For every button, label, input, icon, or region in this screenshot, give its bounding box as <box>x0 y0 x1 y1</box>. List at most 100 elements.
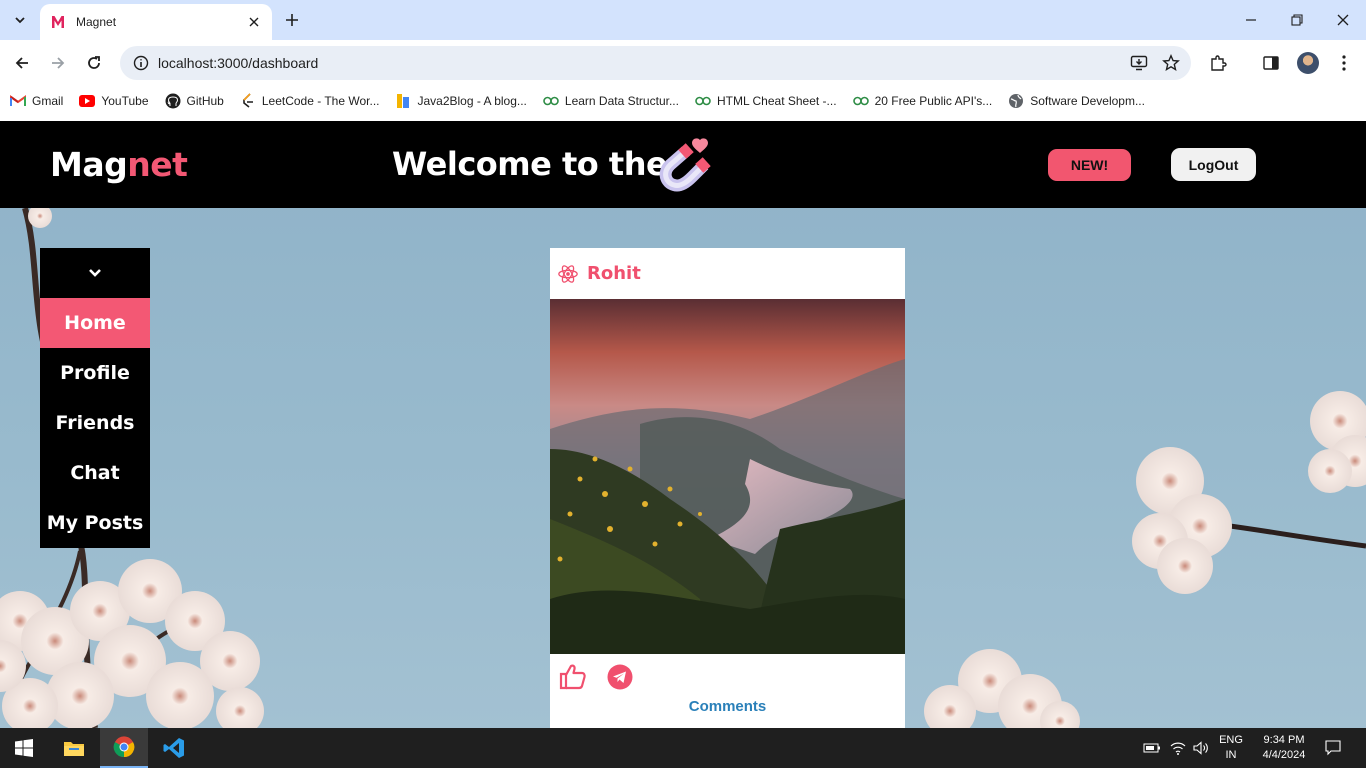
chrome-menu-icon[interactable] <box>1332 51 1356 75</box>
bookmark-label: Gmail <box>32 94 64 108</box>
post-image <box>550 299 905 654</box>
bookmark-software-dev[interactable]: Software Developm... <box>1008 93 1145 109</box>
bookmarks-bar: Gmail YouTube GitHub LeetCode - The Wor.… <box>0 86 1366 116</box>
arrow-right-icon <box>52 57 65 69</box>
bookmark-gfg-api[interactable]: 20 Free Public API's... <box>852 93 992 109</box>
nav-item-chat[interactable]: Chat <box>40 448 150 498</box>
geeksforgeeks-icon <box>695 93 711 109</box>
chevron-down-icon <box>89 269 101 277</box>
nav-item-my-posts[interactable]: My Posts <box>40 498 150 548</box>
battery-icon[interactable] <box>1142 738 1162 758</box>
new-tab-button[interactable] <box>282 10 302 30</box>
post-actions <box>550 662 905 692</box>
extensions-icon[interactable] <box>1206 51 1230 75</box>
back-button[interactable] <box>10 51 34 75</box>
browser-toolbar: localhost:3000/dashboard <box>0 40 1366 86</box>
nav-collapse-toggle[interactable] <box>40 248 150 298</box>
bookmark-label: YouTube <box>101 94 149 108</box>
comments-link[interactable]: Comments <box>550 698 905 715</box>
react-atom-icon <box>558 264 578 283</box>
restore-button[interactable] <box>1274 0 1320 40</box>
plus-icon <box>286 14 298 26</box>
tab-search-button[interactable] <box>6 6 34 34</box>
windows-logo-icon <box>15 739 33 757</box>
install-app-icon[interactable] <box>1127 51 1151 75</box>
side-nav: Home Profile Friends Chat My Posts <box>40 248 150 548</box>
start-button[interactable] <box>0 728 48 768</box>
bookmark-star-icon[interactable] <box>1159 51 1183 75</box>
side-panel-icon[interactable] <box>1259 51 1283 75</box>
youtube-icon <box>79 93 96 109</box>
chevron-down-icon <box>15 17 25 24</box>
clock-time: 9:34 PM <box>1263 734 1305 746</box>
globe-icon <box>1008 93 1024 109</box>
gmail-icon <box>10 93 26 109</box>
browser-tab[interactable]: Magnet <box>40 4 272 40</box>
like-thumbs-up-icon[interactable] <box>559 662 587 690</box>
browser-tab-strip: Magnet <box>0 0 1366 40</box>
post-author[interactable]: Rohit <box>587 263 641 284</box>
minimize-button[interactable] <box>1228 0 1274 40</box>
url-text[interactable]: localhost:3000/dashboard <box>158 55 1127 71</box>
telegram-share-icon[interactable] <box>607 664 633 690</box>
bookmark-gfg-html[interactable]: HTML Cheat Sheet -... <box>695 93 837 109</box>
github-icon <box>165 93 181 109</box>
taskbar-vscode[interactable] <box>150 728 198 768</box>
system-clock[interactable]: 9:34 PM 4/4/2024 <box>1254 733 1314 763</box>
bookmark-github[interactable]: GitHub <box>165 93 224 109</box>
welcome-heading: Welcome to the <box>392 145 668 183</box>
wifi-icon[interactable] <box>1168 738 1188 758</box>
close-icon <box>1337 14 1349 26</box>
logo-main-text: Mag <box>50 145 128 184</box>
region-code: IN <box>1225 749 1237 761</box>
bookmark-label: Java2Blog - A blog... <box>417 94 527 108</box>
magnet-favicon-icon <box>52 16 64 28</box>
nav-item-home[interactable]: Home <box>40 298 150 348</box>
logo-accent-text: net <box>127 145 188 184</box>
app-header: Magnet Welcome to the NEW! LogOut <box>0 121 1366 208</box>
volume-icon[interactable] <box>1191 738 1211 758</box>
new-button[interactable]: NEW! <box>1048 149 1131 181</box>
java2blog-icon <box>395 93 411 109</box>
chrome-icon <box>113 736 135 758</box>
dashboard-page: Magnet Welcome to the NEW! LogOut Home P… <box>0 121 1366 728</box>
reload-button[interactable] <box>82 51 106 75</box>
address-bar[interactable]: localhost:3000/dashboard <box>120 46 1191 80</box>
arrow-left-icon <box>15 57 28 69</box>
bookmark-label: Software Developm... <box>1030 94 1145 108</box>
app-logo[interactable]: Magnet <box>50 145 188 184</box>
vscode-icon <box>163 738 184 758</box>
nav-item-friends[interactable]: Friends <box>40 398 150 448</box>
minimize-icon <box>1246 19 1256 21</box>
clock-date: 4/4/2024 <box>1262 749 1306 761</box>
logout-button[interactable]: LogOut <box>1171 148 1256 181</box>
leetcode-icon <box>240 93 256 109</box>
bookmark-java2blog[interactable]: Java2Blog - A blog... <box>395 93 527 109</box>
site-info-icon[interactable] <box>132 54 150 72</box>
restore-icon <box>1291 14 1303 26</box>
bookmark-label: GitHub <box>186 94 224 108</box>
close-window-button[interactable] <box>1320 0 1366 40</box>
forward-button[interactable] <box>46 51 70 75</box>
profile-avatar[interactable] <box>1297 52 1319 74</box>
nav-item-profile[interactable]: Profile <box>40 348 150 398</box>
windows-taskbar: ENG IN 9:34 PM 4/4/2024 <box>0 728 1366 768</box>
notifications-icon[interactable] <box>1323 738 1343 758</box>
reload-icon <box>88 56 100 69</box>
geeksforgeeks-icon <box>852 93 869 109</box>
bookmark-youtube[interactable]: YouTube <box>79 93 149 109</box>
taskbar-chrome[interactable] <box>100 728 148 768</box>
folder-icon <box>64 742 84 756</box>
taskbar-file-explorer[interactable] <box>50 728 98 768</box>
bookmark-gmail[interactable]: Gmail <box>10 93 63 109</box>
post-card: Rohit Comments <box>550 248 905 728</box>
bookmark-label: LeetCode - The Wor... <box>261 94 380 108</box>
tab-close-icon[interactable] <box>246 14 262 30</box>
language-indicator[interactable]: ENG IN <box>1214 733 1248 763</box>
magnet-icon <box>659 138 711 192</box>
language-code: ENG <box>1219 734 1243 746</box>
bookmark-leetcode[interactable]: LeetCode - The Wor... <box>240 93 380 109</box>
bookmark-gfg-dsa[interactable]: Learn Data Structur... <box>543 93 679 109</box>
tab-title: Magnet <box>76 15 117 29</box>
geeksforgeeks-icon <box>543 93 559 109</box>
